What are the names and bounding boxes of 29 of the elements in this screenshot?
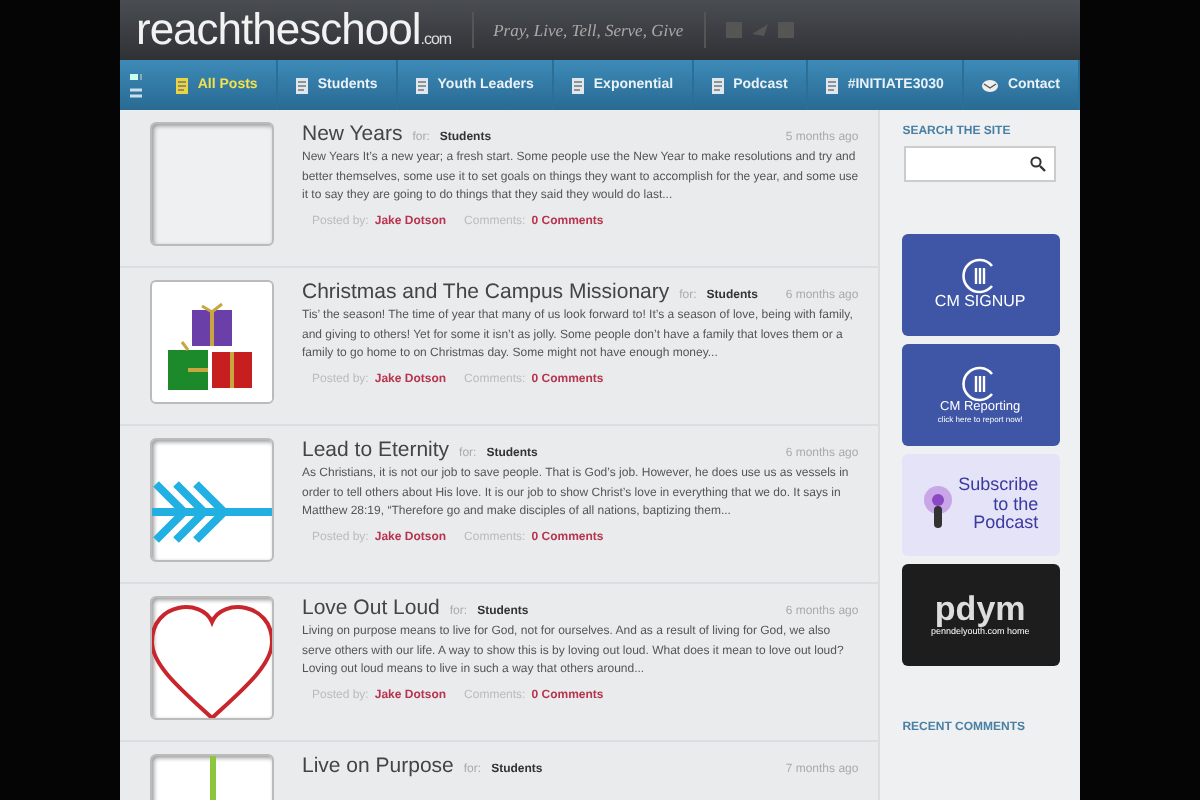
blank-thumbnail[interactable] — [150, 122, 274, 246]
document-icon — [415, 77, 428, 93]
banner-logo: pdym — [934, 592, 1026, 629]
site-logo[interactable]: reachtheschool.com — [136, 4, 452, 56]
cm-logo-icon — [962, 366, 999, 402]
post-title[interactable]: Love Out Loud — [302, 596, 440, 620]
search-icon[interactable] — [1030, 156, 1047, 172]
mail-icon — [981, 79, 998, 91]
document-icon — [711, 77, 724, 93]
banner-text: Podcast — [973, 514, 1039, 534]
post-title[interactable]: New Years — [302, 122, 403, 146]
document-icon — [571, 77, 584, 93]
podcast-icon — [922, 483, 955, 527]
post-title[interactable]: Christmas and The Campus Missionary — [302, 280, 670, 304]
banner-text: Subscribe — [958, 476, 1039, 496]
document-icon — [175, 77, 188, 93]
banner-text: to the — [993, 495, 1039, 515]
post-title[interactable]: Live on Purpose — [302, 754, 454, 778]
square-icon[interactable] — [777, 22, 794, 38]
podcast-banner[interactable]: Subscribe to the Podcast — [901, 454, 1060, 556]
tagline: Pray, Live, Tell, Serve, Give — [471, 12, 706, 48]
document-icon — [825, 77, 838, 93]
search-field[interactable] — [904, 146, 1057, 182]
post-title[interactable]: Lead to Eternity — [302, 438, 450, 462]
banner-text: CM SIGNUP — [934, 294, 1026, 312]
view-toggle-icon[interactable] — [128, 71, 142, 99]
cm-banner[interactable]: CM SIGNUP — [901, 234, 1060, 336]
document-icon — [295, 77, 308, 93]
cm-logo-icon — [962, 258, 999, 295]
